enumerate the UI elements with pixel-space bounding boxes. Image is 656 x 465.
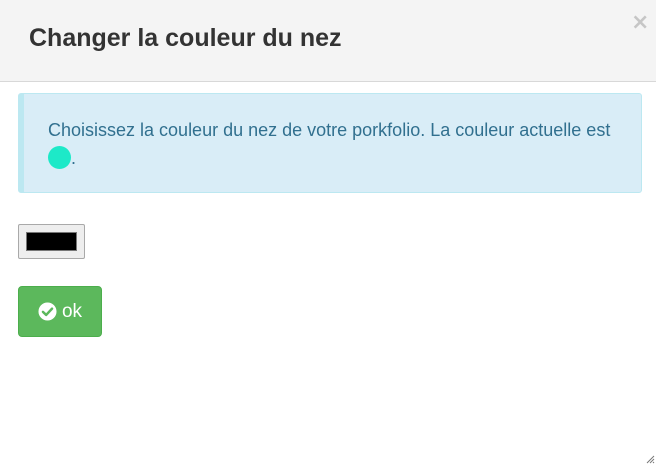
alert-text: Choisissez la couleur du nez de votre po… (48, 120, 611, 140)
check-circle-icon (38, 302, 57, 321)
dialog-header: Changer la couleur du nez × (0, 0, 656, 82)
resize-handle-icon[interactable] (645, 454, 655, 464)
color-picker-value (26, 232, 77, 251)
alert-text-end: . (71, 148, 77, 168)
ok-button[interactable]: ok (18, 286, 102, 337)
current-color-swatch (48, 146, 71, 169)
info-alert: Choisissez la couleur du nez de votre po… (18, 93, 642, 193)
dialog-title: Changer la couleur du nez (29, 24, 342, 52)
color-picker-input[interactable] (18, 224, 85, 259)
close-button[interactable]: × (631, 12, 649, 34)
ok-button-label: ok (61, 300, 83, 322)
nose-color-dialog: Changer la couleur du nez × Choisissez l… (0, 0, 656, 465)
